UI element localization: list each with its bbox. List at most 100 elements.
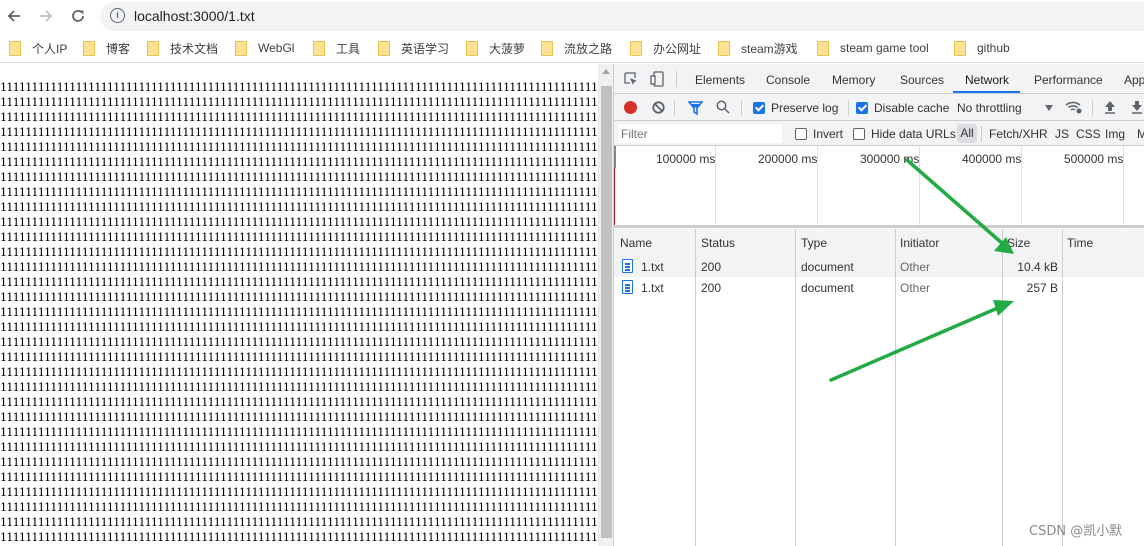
disable-cache-checkbox[interactable]: Disable cache [856,101,949,115]
devtools-tabbar: Elements Console Memory Sources Network … [614,64,1144,94]
overview-tick-label: 300000 ms [860,152,920,166]
column-status[interactable]: Status [701,236,735,250]
chevron-down-icon[interactable] [1045,105,1053,111]
tab-performance[interactable]: Performance [1034,73,1103,87]
column-type[interactable]: Type [801,236,827,250]
bookmark-item[interactable]: 工具 [313,39,360,57]
bookmark-item[interactable]: 博客 [83,39,130,57]
bookmark-item[interactable]: 技术文档 [147,39,218,57]
column-initiator[interactable]: Initiator [900,236,939,250]
request-row[interactable]: 1.txt 200 document Other 10.4 kB [614,256,1144,277]
bookmark-item[interactable]: 办公网址 [630,39,701,57]
tab-elements[interactable]: Elements [695,73,745,87]
tab-memory[interactable]: Memory [832,73,875,87]
column-divider[interactable] [1062,229,1063,546]
url-text[interactable]: localhost:3000/1.txt [134,8,255,24]
request-status: 200 [701,281,722,295]
invert-checkbox[interactable]: Invert [795,127,843,141]
preserve-log-checkbox[interactable]: Preserve log [753,101,838,115]
column-time[interactable]: Time [1067,236,1093,250]
bookmark-item[interactable]: steam game tool [817,39,929,57]
requests-table-header: Name Status Type Initiator Size Time [614,229,1144,257]
hide-data-urls-checkbox[interactable]: Hide data URLs [853,127,956,141]
filter-type-all[interactable]: All [957,124,977,143]
hide-data-urls-label: Hide data URLs [871,127,956,141]
bookmark-item[interactable]: WebGl [235,39,294,57]
filter-type-css[interactable]: CSS [1076,127,1101,141]
bookmark-item[interactable]: github [954,39,1010,57]
document-icon [622,259,633,273]
tab-application[interactable]: App [1124,73,1144,87]
bookmark-item[interactable]: 英语学习 [378,39,449,57]
tab-network[interactable]: Network [965,73,1009,87]
import-har-icon[interactable] [1104,100,1116,114]
filter-type-img[interactable]: Img [1105,127,1125,141]
column-divider[interactable] [795,229,796,546]
inspect-element-icon[interactable] [624,72,638,86]
bookmark-label: steam游戏 [741,41,798,56]
forward-button[interactable] [34,4,58,28]
column-divider[interactable] [1002,229,1003,546]
arrow-right-icon [40,10,53,22]
checkbox-unchecked[interactable] [795,128,807,140]
search-icon[interactable] [716,100,730,114]
filter-icon[interactable] [688,101,703,115]
clear-icon[interactable] [652,101,665,114]
back-button[interactable] [2,4,26,28]
separator [674,100,675,116]
network-toolbar: Preserve log Disable cache No throttling [614,94,1144,121]
folder-icon [378,40,390,56]
folder-icon [954,40,966,56]
export-har-icon[interactable] [1131,100,1143,114]
network-conditions-icon[interactable] [1065,100,1083,114]
info-icon[interactable]: i [110,8,125,23]
bookmark-label: 办公网址 [653,41,702,56]
filter-bar: Invert Hide data URLs All Fetch/XHR JS C… [614,121,1144,146]
filter-type-js[interactable]: JS [1055,127,1069,141]
folder-icon [235,40,247,56]
folder-icon [9,40,21,56]
bookmark-label: 工具 [336,41,361,56]
overview-tick-label: 400000 ms [962,152,1022,166]
throttling-select[interactable]: No throttling [957,101,1022,115]
checkbox-checked[interactable] [753,102,765,114]
column-size[interactable]: Size [1007,236,1030,250]
request-row[interactable]: 1.txt 200 document Other 257 B [614,277,1144,298]
folder-icon [466,40,478,56]
network-overview[interactable]: 100000 ms 200000 ms 300000 ms 400000 ms … [614,146,1144,228]
request-name[interactable]: 1.txt [641,281,664,295]
scroll-up-icon[interactable] [602,69,610,74]
filter-input[interactable] [618,124,782,143]
bookmark-label: 技术文档 [170,41,219,56]
page-scrollbar[interactable] [598,64,613,546]
record-icon[interactable] [624,101,637,114]
overview-tick-label: 200000 ms [758,152,818,166]
filter-type-fetch-xhr[interactable]: Fetch/XHR [989,127,1048,141]
filter-type-media[interactable]: M [1137,127,1144,141]
checkbox-checked[interactable] [856,102,868,114]
bookmarks-bar: 个人IP 博客 技术文档 WebGl 工具 英语学习 大菠萝 流放之路 办公网址… [0,33,1144,63]
bookmark-item[interactable]: 个人IP [9,39,67,57]
bookmark-item[interactable]: steam游戏 [718,39,798,57]
bookmark-label: 个人IP [32,41,68,56]
column-divider[interactable] [895,229,896,546]
load-event-line [614,168,615,225]
separator [741,100,742,116]
address-bar[interactable]: i localhost:3000/1.txt [100,2,1144,31]
scrollbar-thumb[interactable] [601,86,612,538]
disable-cache-label: Disable cache [874,101,950,115]
bookmark-item[interactable]: 流放之路 [541,39,612,57]
reload-button[interactable] [66,4,90,28]
request-name[interactable]: 1.txt [641,260,664,274]
request-initiator: Other [900,260,931,274]
device-toolbar-icon[interactable] [650,71,666,87]
column-name[interactable]: Name [620,236,652,250]
bookmark-label: 流放之路 [564,41,613,56]
checkbox-unchecked[interactable] [853,128,865,140]
column-divider[interactable] [695,229,696,546]
folder-icon [630,40,642,56]
tab-sources[interactable]: Sources [900,73,944,87]
bookmark-item[interactable]: 大菠萝 [466,39,525,57]
tab-console[interactable]: Console [766,73,810,87]
request-type: document [801,281,854,295]
